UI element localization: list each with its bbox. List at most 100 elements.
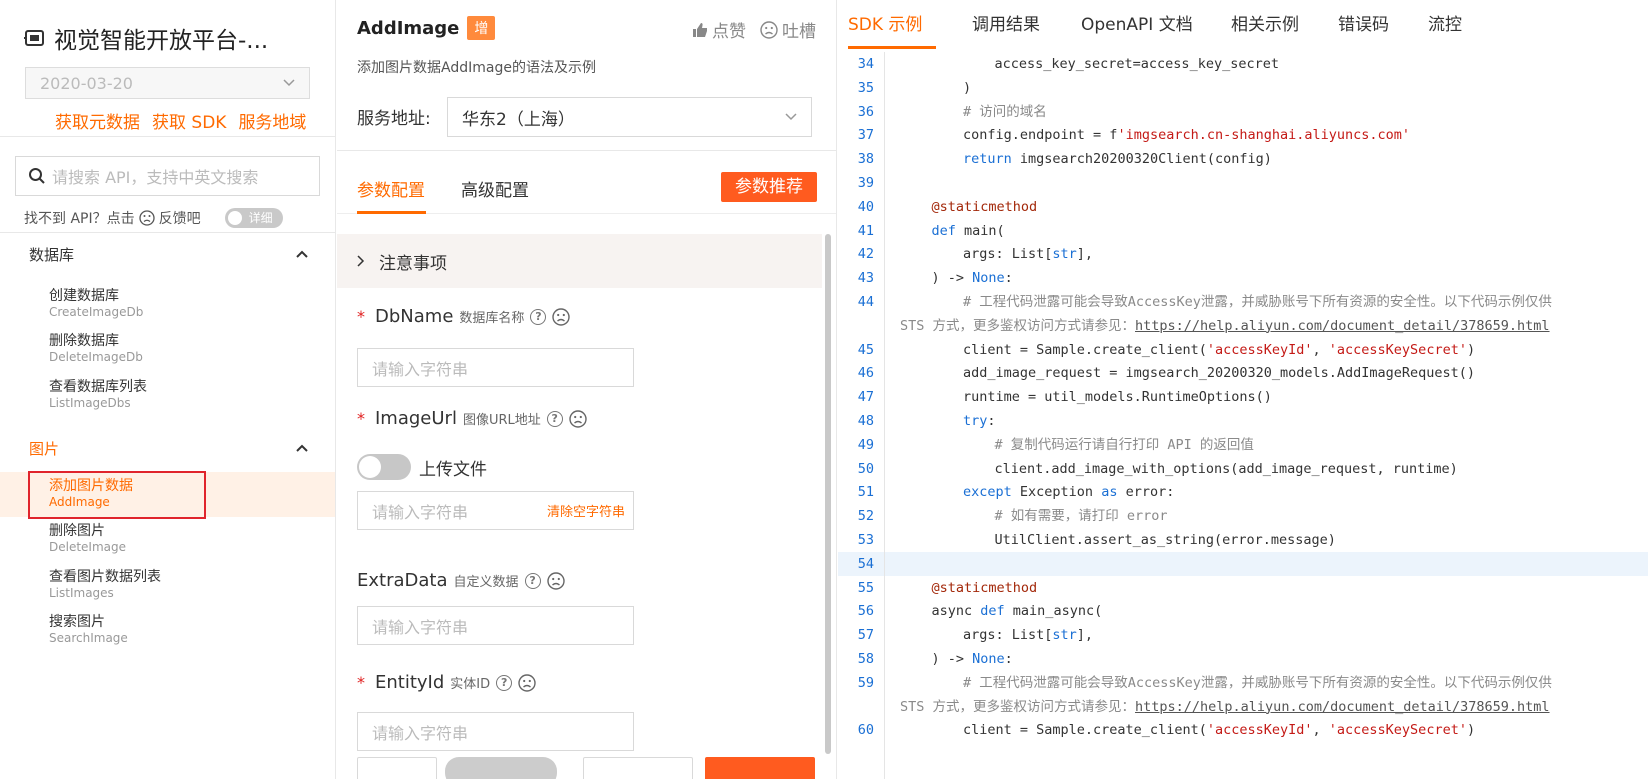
line-number: 49 xyxy=(857,436,874,453)
code-token: None xyxy=(972,270,1005,287)
app-root: 视觉智能开放平台-... 2020-03-20 获取元数据 获取 SDK 服务地… xyxy=(0,0,1648,779)
code-line: 49 # 复制代码运行请自行打印 API 的返回值 xyxy=(838,433,1648,457)
primary-action-button[interactable] xyxy=(705,757,815,779)
api-search-input[interactable]: 请搜索 API，支持中英文搜索 xyxy=(15,156,320,196)
required-mark: * xyxy=(357,307,365,326)
code-token: client.add_image_with_options(add_image_… xyxy=(994,460,1458,477)
code-line: 39 xyxy=(838,171,1648,195)
group-database[interactable]: 数据库 xyxy=(0,236,335,272)
input-placeholder: 请输入字符串 xyxy=(372,617,469,637)
help-icon[interactable]: ? xyxy=(496,674,513,691)
service-address-select[interactable]: 华东2（上海） xyxy=(447,97,812,137)
extradata-input[interactable]: 请输入字符串 xyxy=(357,606,634,645)
imageurl-input[interactable]: 请输入字符串 清除空字符串 xyxy=(357,491,634,530)
divider xyxy=(0,232,335,233)
code-line: 59 # 工程代码泄露可能会导致AccessKey泄露，并威胁账号下所有资源的安全… xyxy=(838,671,1648,695)
field-label-entityid: * EntityId 实体ID ? xyxy=(357,672,536,693)
gutter-divider xyxy=(884,52,885,779)
upload-file-toggle[interactable] xyxy=(357,454,411,480)
group-image[interactable]: 图片 xyxy=(0,430,335,466)
tab-sdk-example[interactable]: SDK 示例 xyxy=(848,10,922,35)
code-line: 44 # 工程代码泄露可能会导致AccessKey泄露，并威胁账号下所有资源的安全… xyxy=(838,290,1648,314)
code-token: @staticmethod xyxy=(931,198,1038,215)
sidebar-item-list-images[interactable]: 查看图片数据列表 ListImages xyxy=(0,563,335,608)
line-number: 45 xyxy=(857,341,874,358)
dbname-input[interactable]: 请输入字符串 xyxy=(357,348,634,387)
tab-error-codes[interactable]: 错误码 xyxy=(1338,10,1389,35)
tab-openapi-doc[interactable]: OpenAPI 文档 xyxy=(1081,10,1193,35)
code-line: 34 access_key_secret=access_key_secret xyxy=(838,52,1648,76)
code-line: 52 # 如有需要，请打印 error xyxy=(838,504,1648,528)
doc-link[interactable]: https://help.aliyun.com/document_detail/… xyxy=(1135,318,1550,334)
action-button[interactable] xyxy=(357,757,437,779)
code-line: STS 方式，更多鉴权访问方式请参见：https://help.aliyun.c… xyxy=(838,314,1648,338)
detail-toggle-label: 详细 xyxy=(248,211,273,225)
sidebar-item-list-image-dbs[interactable]: 查看数据库列表 ListImageDbs xyxy=(0,373,335,418)
line-number: 36 xyxy=(857,103,874,120)
field-desc: 自定义数据 xyxy=(453,575,519,590)
thumbs-up-icon xyxy=(693,22,707,37)
param-recommend-button[interactable]: 参数推荐 xyxy=(721,172,817,202)
field-name: ExtraData xyxy=(357,570,448,591)
help-icon[interactable]: ? xyxy=(546,410,563,427)
notice-collapse[interactable]: 注意事项 xyxy=(337,234,822,288)
scrollbar[interactable] xyxy=(825,234,831,754)
line-number: 60 xyxy=(857,722,874,739)
like-button[interactable]: 点赞 xyxy=(692,17,746,42)
item-api-name: ListImageDbs xyxy=(49,396,131,410)
doc-link[interactable]: https://help.aliyun.com/document_detail/… xyxy=(1135,699,1550,715)
code-token: args: List[ xyxy=(963,246,1053,263)
service-address-label: 服务地址: xyxy=(357,109,431,129)
chevron-down-icon xyxy=(785,113,797,121)
sad-face-icon[interactable] xyxy=(552,307,571,326)
code-token: STS 方式，更多鉴权访问方式请参见： xyxy=(900,317,1136,334)
service-region-link[interactable]: 服务地域 xyxy=(238,108,306,133)
code-token: ) -> xyxy=(931,651,973,667)
tab-param-config[interactable]: 参数配置 xyxy=(357,176,425,201)
item-api-name: CreateImageDb xyxy=(49,305,144,319)
active-tab-underline xyxy=(357,211,426,214)
sidebar-item-delete-image-db[interactable]: 删除数据库 DeleteImageDb xyxy=(0,327,335,372)
get-sdk-link[interactable]: 获取 SDK xyxy=(152,108,226,133)
code-token: # 复制代码运行请自行打印 API 的返回值 xyxy=(994,436,1254,453)
tab-advanced-config[interactable]: 高级配置 xyxy=(461,176,529,201)
line-number: 53 xyxy=(857,532,874,548)
detail-toggle[interactable]: 详细 xyxy=(224,208,283,228)
line-number: 50 xyxy=(857,460,874,477)
code-text: def main( xyxy=(932,219,1005,243)
tab-related-examples[interactable]: 相关示例 xyxy=(1231,10,1299,35)
sidebar-item-delete-image[interactable]: 删除图片 DeleteImage xyxy=(0,517,335,562)
sidebar-item-add-image[interactable]: 添加图片数据 AddImage xyxy=(0,471,335,519)
line-number: 56 xyxy=(857,603,874,620)
feedback-link[interactable]: 反馈吧 xyxy=(159,208,201,228)
get-metadata-link[interactable]: 获取元数据 xyxy=(55,108,140,133)
required-mark: * xyxy=(357,673,365,692)
complain-button[interactable]: 吐槽 xyxy=(760,17,816,42)
help-icon[interactable]: ? xyxy=(524,572,541,589)
tab-flow-control[interactable]: 流控 xyxy=(1428,10,1462,35)
line-number: 52 xyxy=(857,508,874,525)
entityid-input[interactable]: 请输入字符串 xyxy=(357,712,634,751)
clear-empty-string-button[interactable]: 清除空字符串 xyxy=(547,501,625,520)
line-number: 48 xyxy=(857,413,874,429)
code-token: STS 方式，更多鉴权访问方式请参见： xyxy=(900,698,1136,715)
field-desc: 实体ID xyxy=(450,677,491,692)
vote-actions: 点赞 吐槽 xyxy=(692,17,816,42)
help-icon[interactable]: ? xyxy=(530,308,547,325)
sidebar-item-create-image-db[interactable]: 创建数据库 CreateImageDb xyxy=(0,282,335,327)
code-line: 51 except Exception as error: xyxy=(838,480,1648,504)
action-toggle[interactable] xyxy=(445,757,557,779)
code-text: client = Sample.create_client('accessKey… xyxy=(963,338,1475,362)
tab-call-result[interactable]: 调用结果 xyxy=(972,10,1040,35)
sad-face-icon[interactable] xyxy=(546,571,565,590)
code-text: @staticmethod xyxy=(932,195,1038,219)
code-line: 53 UtilClient.assert_as_string(error.mess… xyxy=(838,528,1648,552)
action-button[interactable] xyxy=(583,757,693,779)
chevron-up-icon xyxy=(296,250,308,258)
sad-face-icon[interactable] xyxy=(569,409,587,428)
sad-face-icon[interactable] xyxy=(138,210,155,226)
version-select[interactable]: 2020-03-20 xyxy=(25,67,310,99)
sad-face-icon[interactable] xyxy=(518,673,536,692)
code-text: try: xyxy=(963,409,996,433)
sidebar-item-search-image[interactable]: 搜索图片 SearchImage xyxy=(0,608,335,653)
